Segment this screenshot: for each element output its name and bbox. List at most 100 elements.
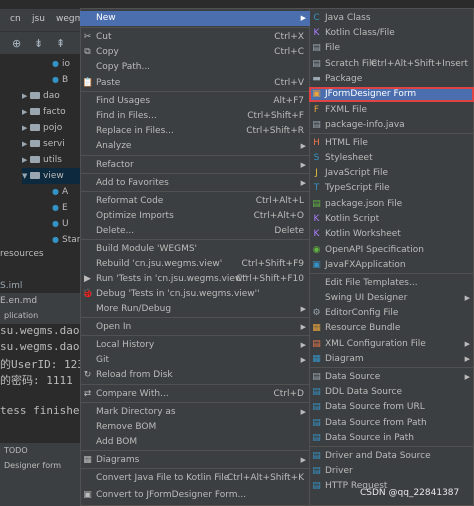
collapse-icon[interactable]: ⇟ — [34, 37, 43, 50]
menu-item-swing-ui-designer[interactable]: Swing UI Designer ▶ — [309, 291, 474, 306]
tree-item-io[interactable]: ● io — [52, 56, 70, 72]
breadcrumb-jsu[interactable]: jsu — [32, 14, 45, 24]
menu-item-xml-configuration-file[interactable]: ▤ XML Configuration File ▶ — [309, 337, 474, 352]
menu-item-scratch-file[interactable]: ▤ Scratch File Ctrl+Alt+Shift+Insert — [309, 57, 474, 72]
chevron-right-icon[interactable]: ▶ — [22, 136, 30, 152]
submenu-arrow-icon: ▶ — [300, 161, 306, 169]
expand-icon[interactable]: ⇞ — [56, 37, 65, 50]
menu-item-analyze[interactable]: Analyze ▶ — [80, 139, 310, 154]
designer-form-tab[interactable]: Designer form — [0, 458, 82, 474]
menu-item-typescript-file[interactable]: T TypeScript File — [309, 181, 474, 196]
class-icon: ● — [52, 219, 59, 228]
menu-item-data-source-in-path[interactable]: ▤ Data Source in Path — [309, 431, 474, 446]
menu-item-label: More Run/Debug — [96, 304, 172, 314]
menu-item-run-tests-in-cn-jsu-wegms-view[interactable]: ▶ Run 'Tests in 'cn.jsu.wegms.view'' Ctrl+… — [80, 272, 310, 287]
submenu-arrow-icon: ▶ — [300, 142, 306, 150]
menu-item-find-usages[interactable]: Find Usages Alt+F7 — [80, 94, 310, 109]
menu-item-local-history[interactable]: Local History ▶ — [80, 338, 310, 353]
menu-item-replace-in-files[interactable]: Replace in Files... Ctrl+Shift+R — [80, 124, 310, 139]
menu-item-stylesheet[interactable]: S Stylesheet — [309, 151, 474, 166]
menu-item-html-file[interactable]: H HTML File — [309, 136, 474, 151]
chevron-down-icon[interactable]: ▼ — [22, 168, 30, 184]
globe-icon[interactable]: ⊕ — [12, 37, 21, 50]
shortcut-text: Ctrl+Alt+L — [255, 196, 304, 206]
menu-item-open-in[interactable]: Open In ▶ — [80, 320, 310, 335]
menu-item-javafxapplication[interactable]: ▣ JavaFXApplication — [309, 258, 474, 273]
iml-file[interactable]: S.iml — [0, 278, 22, 294]
menu-item-java-class[interactable]: C Java Class — [309, 11, 474, 26]
menu-item-copy[interactable]: ⧉ Copy Ctrl+C — [80, 45, 310, 60]
tree-item-view[interactable]: ▼ view — [22, 168, 82, 184]
tree-item-pojo[interactable]: ▶ pojo — [22, 120, 62, 136]
chevron-right-icon[interactable]: ▶ — [22, 120, 30, 136]
menu-item-optimize-imports[interactable]: Optimize Imports Ctrl+Alt+O — [80, 209, 310, 224]
menu-item-rebuild-cn-jsu-wegms-view[interactable]: Rebuild 'cn.jsu.wegms.view' Ctrl+Shift+F9 — [80, 257, 310, 272]
menu-item-resource-bundle[interactable]: ▦ Resource Bundle — [309, 321, 474, 336]
menu-item-edit-file-templates[interactable]: Edit File Templates... — [309, 276, 474, 291]
menu-item-package-json-file[interactable]: ▤ package.json File — [309, 197, 474, 212]
breadcrumb-cn[interactable]: cn — [10, 14, 21, 24]
menu-item-label: EditorConfig File — [325, 308, 399, 318]
menu-item-driver-and-data-source[interactable]: ▤ Driver and Data Source — [309, 449, 474, 464]
menu-item-build-module-wegms[interactable]: Build Module 'WEGMS' — [80, 242, 310, 257]
menu-item-compare-with[interactable]: ⇄ Compare With... Ctrl+D — [80, 387, 310, 402]
chevron-right-icon[interactable]: ▶ — [22, 104, 30, 120]
tree-item-dao[interactable]: ▶ dao — [22, 88, 60, 104]
menu-item-data-source-from-path[interactable]: ▤ Data Source from Path — [309, 416, 474, 431]
menu-item-label: Copy Path... — [96, 62, 151, 72]
tree-item-servi[interactable]: ▶ servi — [22, 136, 65, 152]
menu-item-ddl-data-source[interactable]: ▤ DDL Data Source — [309, 385, 474, 400]
menu-item-data-source-from-url[interactable]: ▤ Data Source from URL — [309, 400, 474, 415]
menu-item-package[interactable]: ▬ Package — [309, 72, 474, 87]
tree-item-utils[interactable]: ▶ utils — [22, 152, 62, 168]
menu-item-diagrams[interactable]: ▦ Diagrams ▶ — [80, 453, 310, 468]
menu-item-copy-path[interactable]: Copy Path... — [80, 60, 310, 75]
menu-item-data-source[interactable]: ▤ Data Source ▶ — [309, 370, 474, 385]
tree-item-e[interactable]: ● E — [52, 200, 68, 216]
shortcut-text: Ctrl+Shift+F10 — [235, 274, 304, 284]
menu-item-cut[interactable]: ✂ Cut Ctrl+X — [80, 30, 310, 45]
resources-folder[interactable]: resources — [0, 246, 44, 262]
menu-item-debug-tests-in-cn-jsu-wegms-view[interactable]: 🐞 Debug 'Tests in 'cn.jsu.wegms.view'' — [80, 287, 310, 302]
md-file[interactable]: E.en.md — [0, 293, 82, 309]
menu-item-find-in-files[interactable]: Find in Files... Ctrl+Shift+F — [80, 109, 310, 124]
menu-item-package-info-java[interactable]: ▤ package-info.java — [309, 118, 474, 133]
chevron-right-icon[interactable]: ▶ — [22, 88, 30, 104]
tree-item-u[interactable]: ● U — [52, 216, 69, 232]
menu-item-remove-bom[interactable]: Remove BOM — [80, 420, 310, 435]
shortcut-text: Delete — [274, 226, 304, 236]
menu-item-paste[interactable]: 📋 Paste Ctrl+V — [80, 76, 310, 91]
menu-item-kotlin-class-file[interactable]: K Kotlin Class/File — [309, 26, 474, 41]
menu-item-new[interactable]: New ▶ — [80, 11, 310, 26]
menu-item-mark-directory-as[interactable]: Mark Directory as ▶ — [80, 405, 310, 420]
menu-item-delete[interactable]: Delete... Delete — [80, 224, 310, 239]
menu-item-label: HTML File — [325, 138, 368, 148]
menu-item-openapi-specification[interactable]: ◉ OpenAPI Specification — [309, 243, 474, 258]
tree-item-b[interactable]: ● B — [52, 72, 68, 88]
menu-item-diagram[interactable]: ▦ Diagram ▶ — [309, 352, 474, 367]
menu-item-add-to-favorites[interactable]: Add to Favorites ▶ — [80, 176, 310, 191]
menu-separator — [310, 273, 473, 274]
menu-item-driver[interactable]: ▤ Driver — [309, 464, 474, 479]
menu-item-kotlin-script[interactable]: K Kotlin Script — [309, 212, 474, 227]
menu-item-kotlin-worksheet[interactable]: K Kotlin Worksheet — [309, 227, 474, 242]
menu-item-jformdesigner-form[interactable]: ▣ JFormDesigner Form — [309, 87, 474, 102]
chevron-right-icon[interactable]: ▶ — [22, 152, 30, 168]
menu-item-reformat-code[interactable]: Reformat Code Ctrl+Alt+L — [80, 194, 310, 209]
menu-item-file[interactable]: ▤ File — [309, 41, 474, 56]
menu-separator — [310, 446, 473, 447]
todo-tab[interactable]: TODO — [0, 443, 82, 459]
tree-item-a[interactable]: ● A — [52, 184, 68, 200]
menu-item-javascript-file[interactable]: J JavaScript File — [309, 166, 474, 181]
menu-item-refactor[interactable]: Refactor ▶ — [80, 158, 310, 173]
menu-item-add-bom[interactable]: Add BOM — [80, 435, 310, 450]
menu-item-fxml-file[interactable]: F FXML File — [309, 103, 474, 118]
menu-item-editorconfig-file[interactable]: ⚙ EditorConfig File — [309, 306, 474, 321]
menu-item-convert-to-jformdesigner-form[interactable]: ▣ Convert to JFormDesigner Form... — [80, 488, 310, 503]
menu-item-more-run-debug[interactable]: More Run/Debug ▶ — [80, 302, 310, 317]
tree-item-facto[interactable]: ▶ facto — [22, 104, 66, 120]
menu-item-reload-from-disk[interactable]: ↻ Reload from Disk — [80, 368, 310, 383]
menu-item-git[interactable]: Git ▶ — [80, 353, 310, 368]
run-panel-tab[interactable]: plication — [0, 308, 82, 324]
menu-item-convert-java-file-to-kotlin-file[interactable]: Convert Java File to Kotlin File Ctrl+Alt… — [80, 471, 310, 486]
